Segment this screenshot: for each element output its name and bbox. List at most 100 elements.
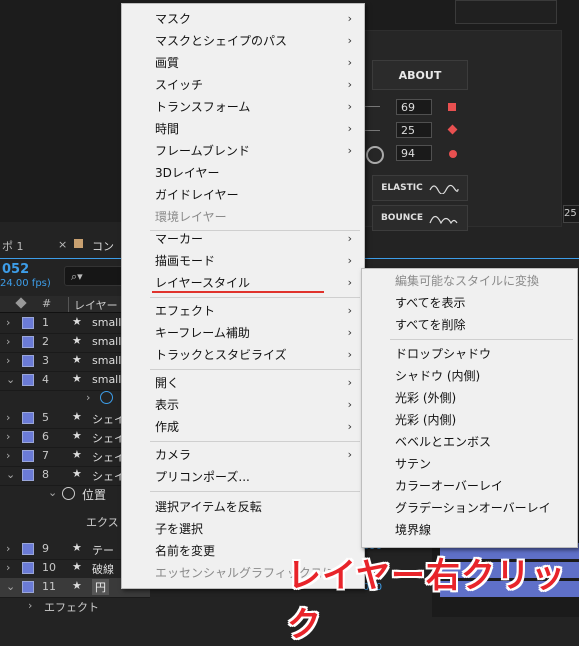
right-number: 25	[563, 205, 579, 223]
col-layer-name: レイヤー	[74, 299, 118, 312]
menu-item-camera[interactable]: カメラ ›	[122, 444, 364, 466]
stopwatch-icon[interactable]	[62, 487, 75, 500]
layer-number: 3	[42, 354, 49, 367]
menu-item-time[interactable]: 時間 ›	[122, 118, 364, 140]
value-box-3[interactable]: 94	[396, 145, 432, 161]
submenu-item-inner-glow[interactable]: 光彩 (内側)	[362, 409, 577, 431]
layer-number: 8	[42, 468, 49, 481]
menu-item-open[interactable]: 開く ›	[122, 372, 364, 394]
menu-separator	[390, 339, 573, 340]
submenu-item-bevel-emboss[interactable]: ベベルとエンボス	[362, 431, 577, 453]
expand-arrow-icon[interactable]: ›	[6, 561, 10, 574]
submenu-item-stroke[interactable]: 境界線	[362, 519, 577, 541]
submenu-item-drop-shadow[interactable]: ドロップシャドウ	[362, 343, 577, 365]
menu-item-blend-mode[interactable]: 描画モード ›	[122, 250, 364, 272]
expand-arrow-icon[interactable]: ›	[86, 391, 90, 404]
layer-number: 6	[42, 430, 49, 443]
elastic-button[interactable]: ELASTIC	[372, 175, 468, 201]
context-menu: マスク › マスクとシェイプのパス › 画質 › スイッチ › トランスフォーム › 時間…	[121, 3, 365, 589]
menu-separator	[150, 491, 360, 492]
expand-arrow-icon[interactable]: ›	[6, 430, 10, 443]
label-color[interactable]	[22, 412, 34, 424]
collapse-arrow-icon[interactable]: ⌄	[6, 468, 15, 481]
bounce-button[interactable]: BOUNCE	[372, 205, 468, 231]
submenu-item-outer-glow[interactable]: 光彩 (外側)	[362, 387, 577, 409]
expand-arrow-icon[interactable]: ›	[6, 335, 10, 348]
expand-arrow-icon[interactable]: ›	[6, 542, 10, 555]
layer-style-submenu: 編集可能なスタイルに変換 すべてを表示 すべてを削除 ドロップシャドウ シャドウ…	[361, 268, 578, 548]
comp-icon	[74, 239, 83, 248]
submenu-item-remove-all[interactable]: すべてを削除	[362, 314, 577, 336]
submenu-item-inner-shadow[interactable]: シャドウ (内側)	[362, 365, 577, 387]
menu-item-frame-blend[interactable]: フレームブレンド ›	[122, 140, 364, 162]
about-button[interactable]: ABOUT	[372, 60, 468, 90]
expand-arrow-icon[interactable]: ›	[6, 354, 10, 367]
layer-name[interactable]: 破線	[92, 561, 114, 577]
label-color[interactable]	[22, 543, 34, 555]
layer-name[interactable]: small	[92, 335, 121, 348]
timecode[interactable]: 052	[2, 262, 29, 277]
menu-item-select-children[interactable]: 子を選択	[122, 518, 364, 540]
menu-item-quality[interactable]: 画質 ›	[122, 52, 364, 74]
menu-item-track-stabilize[interactable]: トラックとスタビライズ ›	[122, 344, 364, 366]
layer-name[interactable]: テー	[92, 542, 114, 558]
menu-item-create[interactable]: 作成 ›	[122, 416, 364, 438]
menu-item-switches[interactable]: スイッチ ›	[122, 74, 364, 96]
close-icon[interactable]: ×	[58, 238, 67, 251]
collapse-arrow-icon[interactable]: ⌄	[6, 580, 15, 593]
menu-item-precompose[interactable]: プリコンポーズ...	[122, 466, 364, 488]
layer-name[interactable]: small	[92, 373, 121, 386]
value-box-1[interactable]: 69	[396, 99, 432, 115]
value-box-2[interactable]: 25	[396, 122, 432, 138]
expand-arrow-icon[interactable]: ›	[6, 411, 10, 424]
expand-arrow-icon[interactable]: ›	[6, 449, 10, 462]
menu-item-mask-shape-path[interactable]: マスクとシェイプのパス ›	[122, 30, 364, 52]
tab-comp2[interactable]: コン	[92, 238, 114, 254]
label-color[interactable]	[22, 336, 34, 348]
label-color[interactable]	[22, 450, 34, 462]
label-color[interactable]	[22, 581, 34, 593]
submenu-item-satin[interactable]: サテン	[362, 453, 577, 475]
menu-item-reveal[interactable]: 表示 ›	[122, 394, 364, 416]
menu-item-effect[interactable]: エフェクト ›	[122, 300, 364, 322]
label-color[interactable]	[22, 431, 34, 443]
expand-arrow-icon[interactable]: ›	[6, 316, 10, 329]
layer-name[interactable]: small	[92, 316, 121, 329]
label-color[interactable]	[22, 355, 34, 367]
menu-separator	[150, 297, 360, 298]
expression-label[interactable]: エクス	[86, 514, 119, 530]
menu-item-invert-selection[interactable]: 選択アイテムを反転	[122, 496, 364, 518]
circle-knob-icon[interactable]	[366, 146, 384, 164]
menu-item-keyframe-assist[interactable]: キーフレーム補助 ›	[122, 322, 364, 344]
stopwatch-icon[interactable]	[100, 391, 113, 404]
layer-name[interactable]: small	[92, 354, 121, 367]
expand-arrow-icon[interactable]: ›	[28, 599, 32, 612]
menu-item-guide-layer[interactable]: ガイドレイヤー	[122, 184, 364, 206]
label-color[interactable]	[22, 469, 34, 481]
dot-icon	[449, 150, 457, 158]
fps-label: 24.00 fps)	[0, 278, 51, 289]
menu-item-transform[interactable]: トランスフォーム ›	[122, 96, 364, 118]
menu-item-3d-layer[interactable]: 3Dレイヤー	[122, 162, 364, 184]
label-color[interactable]	[22, 562, 34, 574]
shape-star-icon: ★	[72, 353, 82, 366]
search-input[interactable]: ⌕▾	[64, 266, 124, 286]
effect-group-label[interactable]: エフェクト	[44, 599, 99, 615]
top-field[interactable]	[455, 0, 557, 24]
label-color[interactable]	[22, 374, 34, 386]
submenu-item-gradient-overlay[interactable]: グラデーションオーバーレイ	[362, 497, 577, 519]
submenu-item-color-overlay[interactable]: カラーオーバーレイ	[362, 475, 577, 497]
layer-number: 10	[42, 561, 56, 574]
menu-item-marker[interactable]: マーカー ›	[122, 228, 364, 250]
menu-separator	[150, 369, 360, 370]
layer-number: 9	[42, 542, 49, 555]
collapse-arrow-icon[interactable]: ⌄	[48, 486, 57, 499]
submenu-item-show-all[interactable]: すべてを表示	[362, 292, 577, 314]
layer-name[interactable]: 円	[92, 579, 109, 595]
tab-comp1[interactable]: ポ 1	[2, 238, 24, 254]
menu-item-mask[interactable]: マスク ›	[122, 8, 364, 30]
collapse-arrow-icon[interactable]: ⌄	[6, 373, 15, 386]
position-property[interactable]: 位置	[82, 486, 106, 503]
label-color[interactable]	[22, 317, 34, 329]
annotation-caption: レイヤー右クリック	[287, 556, 566, 645]
